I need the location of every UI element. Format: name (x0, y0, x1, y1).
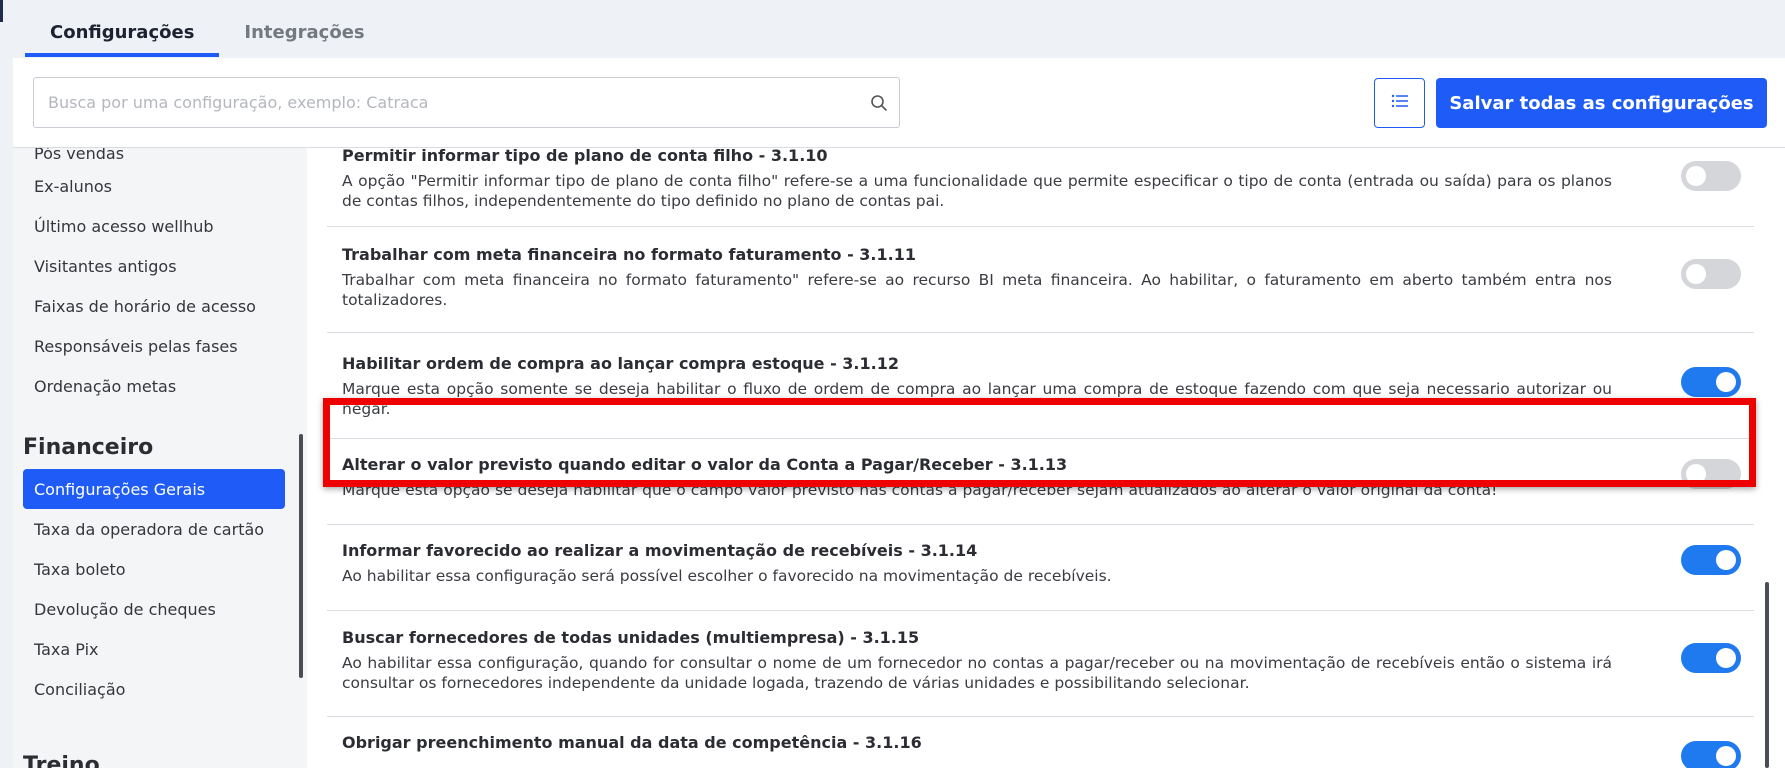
search-input[interactable] (34, 78, 859, 127)
toggle-knob (1686, 166, 1706, 186)
setting-row: Trabalhar com meta financeira no formato… (327, 227, 1754, 333)
sidebar-item-taxa-boleto[interactable]: Taxa boleto (23, 549, 285, 589)
toggle-knob (1716, 746, 1736, 766)
setting-row: Permitir informar tipo de plano de conta… (327, 148, 1754, 227)
sidebar-item-responsaveis-fases[interactable]: Responsáveis pelas fases (23, 326, 285, 366)
sidebar-section-treino: Treino (23, 753, 100, 768)
setting-toggle[interactable] (1681, 643, 1741, 673)
setting-title: Buscar fornecedores de todas unidades (m… (342, 628, 920, 647)
settings-list: Permitir informar tipo de plano de conta… (307, 148, 1785, 768)
setting-title: Alterar o valor previsto quando editar o… (342, 455, 1068, 474)
sidebar-item-conciliacao[interactable]: Conciliação (23, 669, 285, 709)
list-icon (1391, 93, 1409, 113)
toggle-knob (1716, 550, 1736, 570)
sidebar-item-taxa-operadora[interactable]: Taxa da operadora de cartão (23, 509, 285, 549)
search-box (33, 77, 900, 128)
sidebar-section-financeiro: Financeiro (23, 435, 154, 460)
sidebar-item-devolucao-cheques[interactable]: Devolução de cheques (23, 589, 285, 629)
setting-toggle[interactable] (1681, 545, 1741, 575)
sidebar-item-visitantes-antigos[interactable]: Visitantes antigos (23, 246, 285, 286)
tab-configuracoes[interactable]: Configurações (25, 22, 220, 57)
app-frame: Configurações Integrações Salvar todas a… (0, 0, 1785, 768)
setting-row: Habilitar ordem de compra ao lançar comp… (327, 333, 1754, 439)
setting-title: Trabalhar com meta financeira no formato… (342, 245, 916, 264)
setting-toggle[interactable] (1681, 459, 1741, 489)
setting-description: Marque esta opção se deseja habilitar qu… (342, 481, 1498, 499)
setting-title: Informar favorecido ao realizar a movime… (342, 541, 978, 560)
list-view-button[interactable] (1374, 78, 1425, 128)
setting-description: Marque esta opção somente se deseja habi… (342, 380, 1612, 418)
setting-row: Alterar o valor previsto quando editar o… (327, 439, 1754, 525)
setting-description: A opção "Permitir informar tipo de plano… (342, 172, 1612, 210)
save-all-button[interactable]: Salvar todas as configurações (1436, 78, 1767, 128)
tab-integracoes[interactable]: Integrações (219, 22, 389, 57)
sidebar: Pós vendas Ex-alunos Último acesso wellh… (13, 148, 307, 768)
sidebar-item-faixas-horario[interactable]: Faixas de horário de acesso (23, 286, 285, 326)
search-icon[interactable] (859, 78, 899, 127)
toggle-knob (1686, 464, 1706, 484)
sidebar-scrollbar[interactable] (299, 434, 303, 678)
setting-row: Obrigar preenchimento manual da data de … (327, 717, 1754, 768)
toolbar: Salvar todas as configurações (13, 58, 1785, 148)
setting-title: Habilitar ordem de compra ao lançar comp… (342, 354, 899, 373)
tab-bar: Configurações Integrações (25, 22, 390, 57)
sidebar-item-ultimo-acesso-wellhub[interactable]: Último acesso wellhub (23, 206, 285, 246)
page-scrollbar[interactable] (1765, 582, 1769, 768)
sidebar-item-taxa-pix[interactable]: Taxa Pix (23, 629, 285, 669)
setting-row: Informar favorecido ao realizar a movime… (327, 525, 1754, 611)
setting-title: Obrigar preenchimento manual da data de … (342, 733, 922, 752)
left-accent (0, 0, 3, 22)
toggle-knob (1716, 648, 1736, 668)
toggle-knob (1686, 264, 1706, 284)
setting-title: Permitir informar tipo de plano de conta… (342, 148, 828, 165)
setting-toggle[interactable] (1681, 367, 1741, 397)
setting-toggle[interactable] (1681, 259, 1741, 289)
toggle-knob (1716, 372, 1736, 392)
setting-description: Trabalhar com meta financeira no formato… (342, 271, 1612, 309)
setting-row: Buscar fornecedores de todas unidades (m… (327, 611, 1754, 717)
sidebar-item-ex-alunos[interactable]: Ex-alunos (23, 166, 285, 206)
setting-description: Ao habilitar essa configuração será poss… (342, 567, 1112, 585)
main-panel: Salvar todas as configurações Pós vendas… (13, 58, 1785, 768)
setting-toggle[interactable] (1681, 741, 1741, 768)
setting-toggle[interactable] (1681, 161, 1741, 191)
sidebar-item-ordenacao-metas[interactable]: Ordenação metas (23, 366, 285, 406)
sidebar-item-configuracoes-gerais[interactable]: Configurações Gerais (23, 469, 285, 509)
setting-description: Ao habilitar essa configuração, quando f… (342, 654, 1612, 692)
